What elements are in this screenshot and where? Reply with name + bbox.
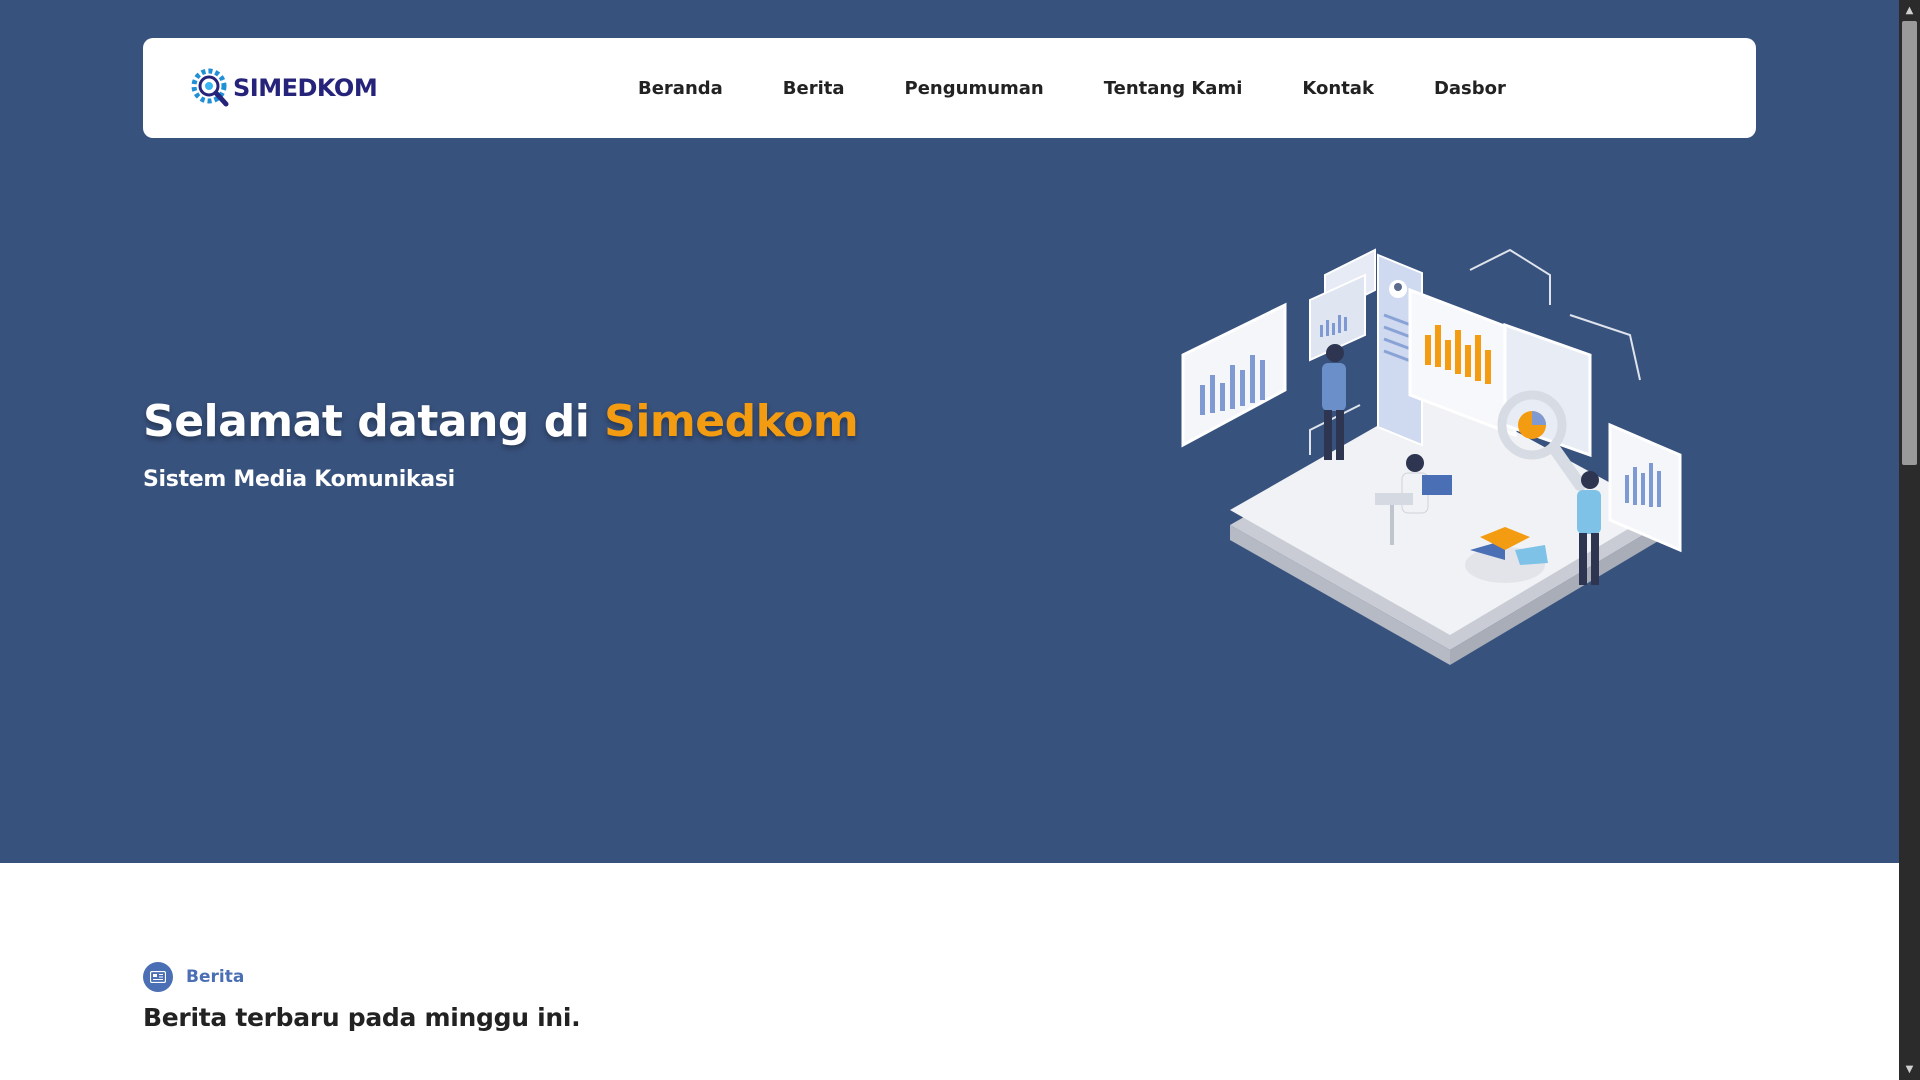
vertical-scrollbar[interactable]: ▲ ▼: [1899, 0, 1920, 1080]
nav-item-kontak[interactable]: Kontak: [1302, 78, 1374, 99]
scrollbar-thumb[interactable]: [1902, 21, 1917, 465]
brand-logo[interactable]: SIMEDKOM: [191, 68, 378, 108]
nav-item-pengumuman[interactable]: Pengumuman: [905, 78, 1044, 99]
gear-magnifier-logo-icon: [191, 68, 229, 107]
section-tag: Berita: [186, 967, 245, 987]
hero-title-prefix: Selamat datang di: [143, 396, 605, 447]
nav-item-berita[interactable]: Berita: [783, 78, 845, 99]
page: SIMEDKOM Beranda Berita Pengumuman Tenta…: [0, 0, 1899, 1080]
section-label: Berita: [143, 962, 244, 992]
hero-title: Selamat datang di Simedkom: [143, 396, 859, 447]
newspaper-icon: [143, 962, 173, 992]
scroll-up-arrow-icon[interactable]: ▲: [1899, 0, 1920, 21]
data-analytics-illustration: [1181, 248, 1682, 665]
scroll-down-arrow-icon[interactable]: ▼: [1899, 1059, 1920, 1080]
hero-title-accent: Simedkom: [604, 396, 859, 447]
hero-subtitle: Sistem Media Komunikasi: [143, 467, 455, 492]
brand-name: SIMEDKOM: [233, 74, 378, 102]
nav-item-dasbor[interactable]: Dasbor: [1434, 78, 1506, 99]
nav-item-beranda[interactable]: Beranda: [638, 78, 723, 99]
navbar: SIMEDKOM Beranda Berita Pengumuman Tenta…: [143, 38, 1756, 138]
section-heading: Berita terbaru pada minggu ini.: [143, 1003, 581, 1032]
nav-item-tentang-kami[interactable]: Tentang Kami: [1104, 78, 1243, 99]
main-nav: Beranda Berita Pengumuman Tentang Kami K…: [638, 38, 1506, 138]
hero-section: SIMEDKOM Beranda Berita Pengumuman Tenta…: [0, 0, 1899, 863]
